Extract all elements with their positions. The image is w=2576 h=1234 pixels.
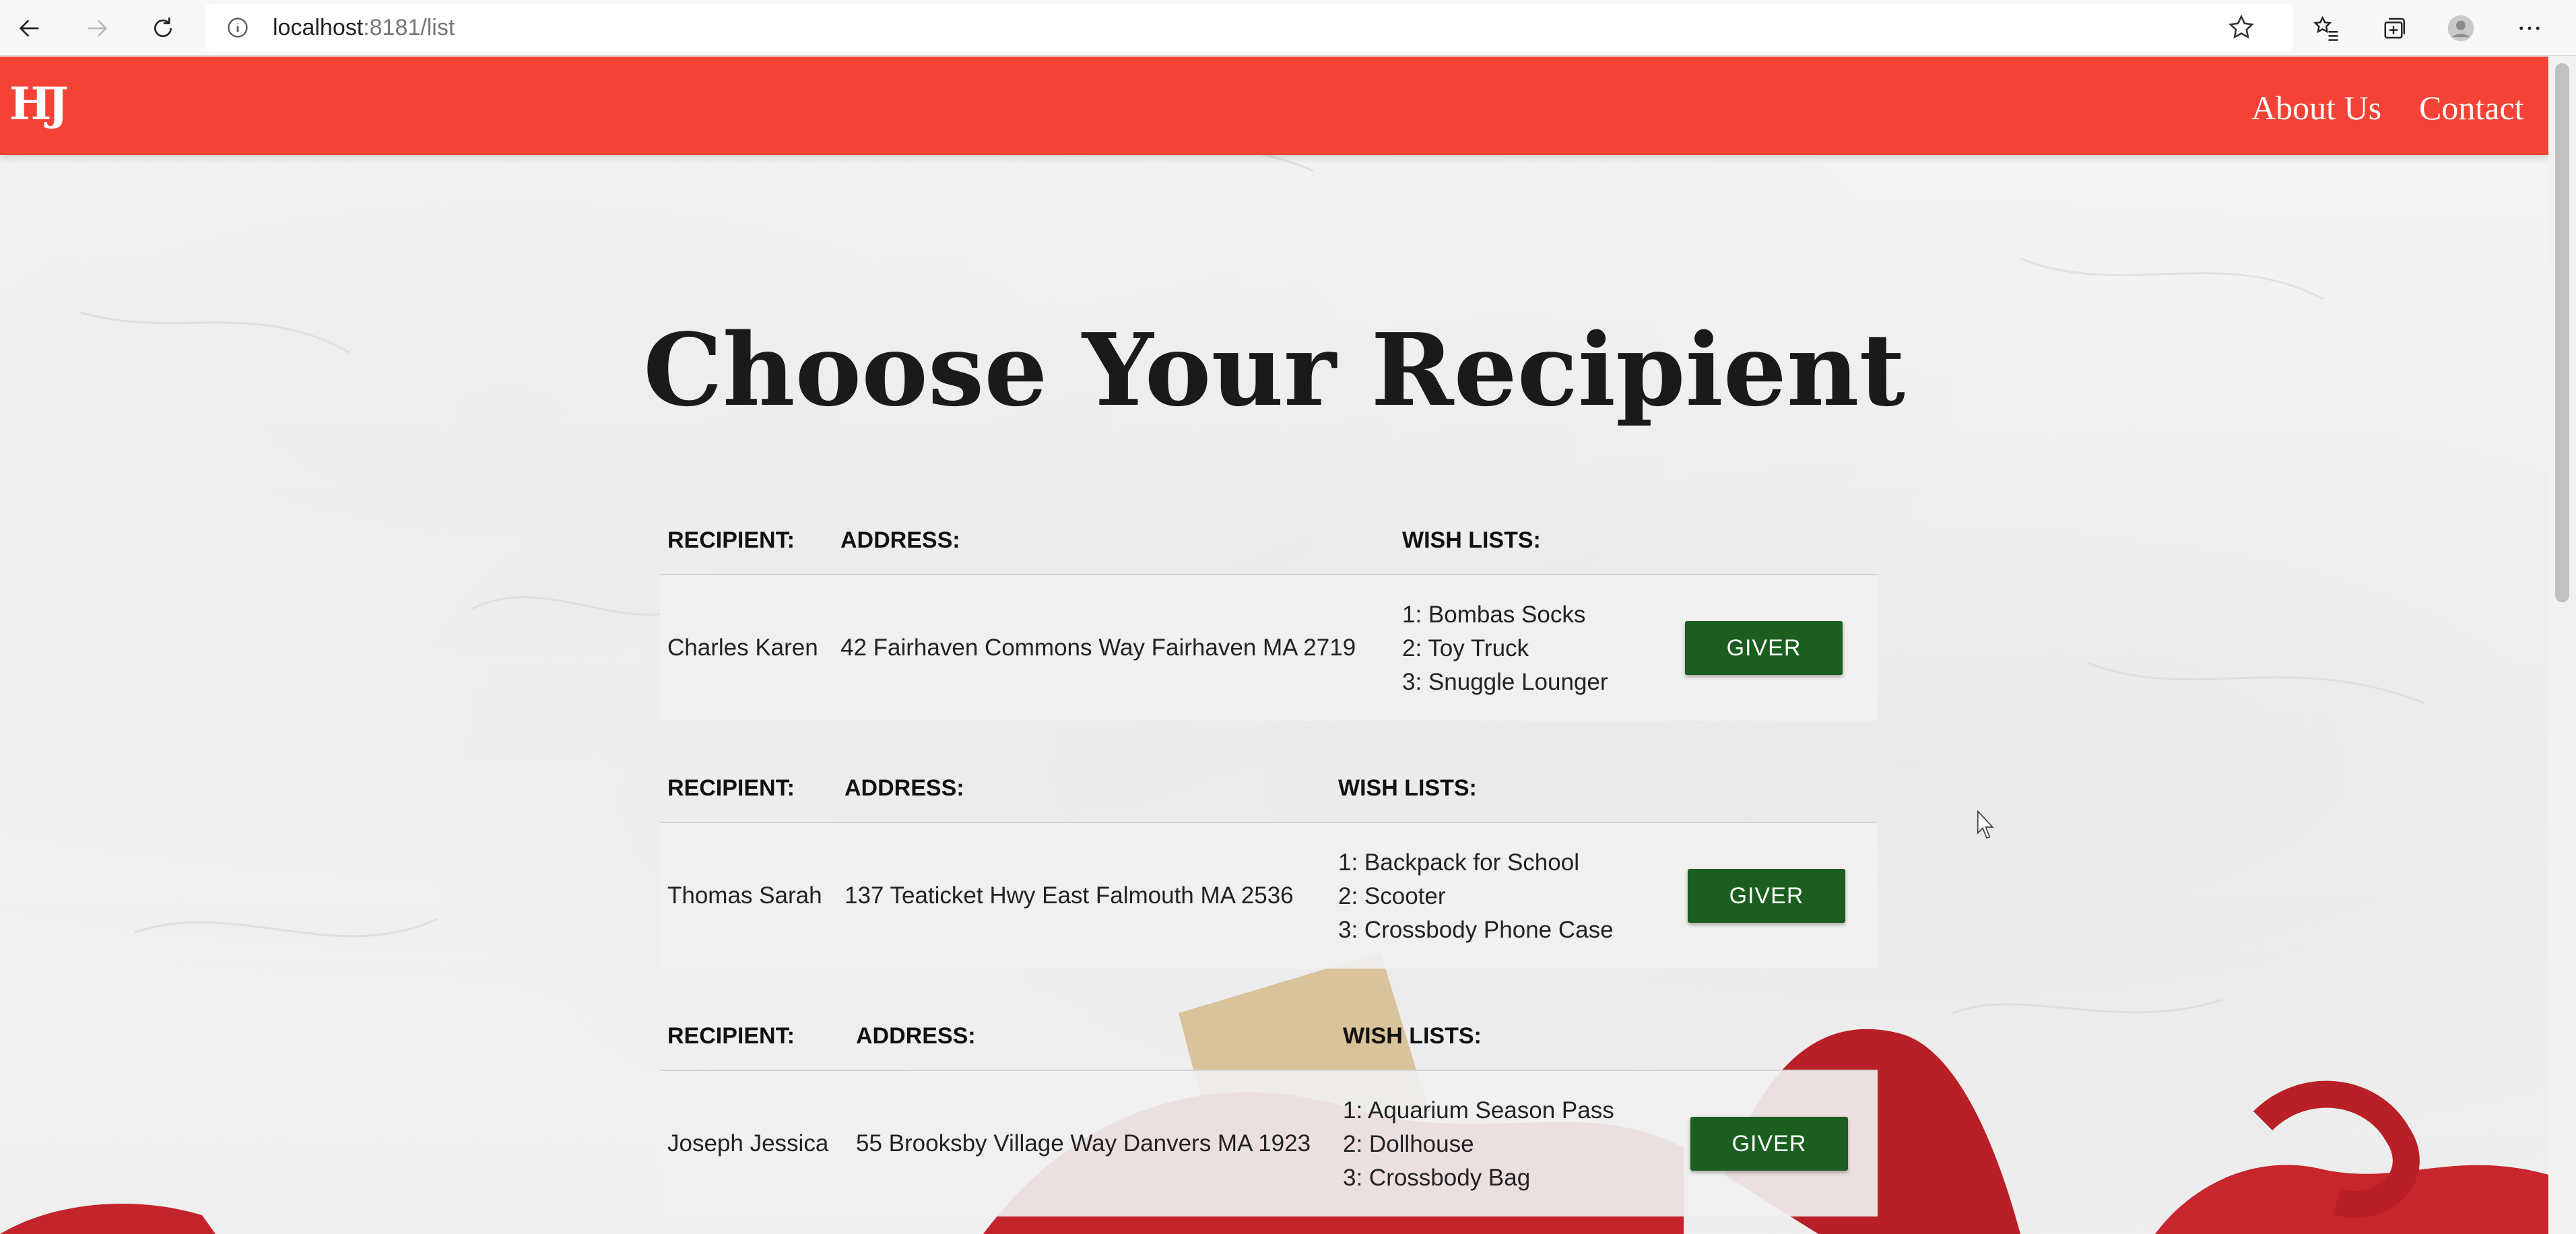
recipient-header: RECIPIENT:	[667, 775, 795, 801]
forward-icon	[88, 20, 108, 37]
wish-item: 2: Dollhouse	[1343, 1131, 1474, 1157]
back-icon	[19, 20, 39, 37]
site-logo[interactable]: HJ	[9, 77, 69, 131]
table-row: Joseph Jessica 55 Brooksby Village Way D…	[660, 1071, 1878, 1216]
wish-lists-header: WISH LISTS:	[1343, 1023, 1482, 1049]
giver-button[interactable]: GIVER	[1685, 621, 1843, 675]
url-text: localhost:8181/list	[273, 15, 455, 40]
recipient-entry: RECIPIENT: ADDRESS: WISH LISTS: Charles …	[660, 507, 1878, 721]
wish-item: 1: Aquarium Season Pass	[1343, 1097, 1614, 1124]
mouse-cursor-icon	[1977, 810, 1994, 839]
recipient-header: RECIPIENT:	[667, 527, 795, 553]
table-row: Charles Karen 42 Fairhaven Commons Way F…	[660, 575, 1878, 721]
wish-list: 1: Backpack for School 2: Scooter 3: Cro…	[1338, 846, 1614, 947]
recipient-entry: RECIPIENT: ADDRESS: WISH LISTS: Thomas S…	[660, 754, 1878, 969]
address-bar[interactable]: localhost:8181/list	[205, 4, 2293, 51]
nav-contact[interactable]: Contact	[2419, 88, 2524, 128]
address-header: ADDRESS:	[856, 1023, 976, 1049]
recipient-address: 42 Fairhaven Commons Way Fairhaven MA 27…	[840, 635, 1356, 661]
giver-button[interactable]: GIVER	[1688, 869, 1845, 923]
wish-list: 1: Bombas Socks 2: Toy Truck 3: Snuggle …	[1402, 598, 1608, 699]
recipient-name: Thomas Sarah	[667, 882, 822, 909]
page-title: Choose Your Recipient	[643, 311, 1905, 428]
wish-item: 3: Snuggle Lounger	[1402, 669, 1608, 695]
recipient-entry: RECIPIENT: ADDRESS: WISH LISTS: Joseph J…	[660, 1002, 1878, 1216]
collections-button[interactable]	[2375, 9, 2412, 47]
wish-item: 3: Crossbody Phone Case	[1338, 917, 1614, 943]
forward-button[interactable]	[75, 7, 119, 50]
wish-item: 1: Bombas Socks	[1402, 602, 1586, 628]
profile-icon	[2447, 15, 2474, 42]
favorites-button[interactable]	[2307, 9, 2345, 47]
table-header-row: RECIPIENT: ADDRESS: WISH LISTS:	[660, 1002, 1878, 1071]
collections-icon	[2384, 18, 2405, 39]
recipient-name: Joseph Jessica	[667, 1130, 829, 1157]
vertical-scrollbar[interactable]	[2548, 57, 2576, 1234]
wish-item: 2: Toy Truck	[1402, 635, 1529, 661]
recipient-address: 55 Brooksby Village Way Danvers MA 1923	[856, 1130, 1311, 1157]
star-icon[interactable]	[2226, 13, 2256, 42]
page-viewport: HJ About Us Contact Choose Your Recipien…	[0, 57, 2548, 1234]
address-header: ADDRESS:	[840, 527, 960, 553]
giver-button[interactable]: GIVER	[1690, 1117, 1848, 1171]
table-row: Thomas Sarah 137 Teaticket Hwy East Falm…	[660, 823, 1878, 969]
browser-toolbar: localhost:8181/list	[0, 0, 2576, 56]
wish-list: 1: Aquarium Season Pass 2: Dollhouse 3: …	[1343, 1094, 1614, 1195]
recipient-name: Charles Karen	[667, 635, 818, 661]
more-button[interactable]	[2511, 9, 2548, 47]
scrollbar-thumb[interactable]	[2555, 63, 2569, 602]
recipient-header: RECIPIENT:	[667, 1023, 795, 1049]
refresh-button[interactable]	[141, 7, 185, 50]
wish-lists-header: WISH LISTS:	[1402, 527, 1541, 553]
more-icon	[2519, 26, 2540, 30]
site-header: HJ About Us Contact	[0, 57, 2548, 155]
nav-about-us[interactable]: About Us	[2251, 88, 2381, 128]
wish-lists-header: WISH LISTS:	[1338, 775, 1477, 801]
wish-item: 3: Crossbody Bag	[1343, 1165, 1531, 1191]
address-header: ADDRESS:	[845, 775, 964, 801]
profile-button[interactable]	[2442, 9, 2480, 47]
favorites-icon	[2313, 15, 2338, 41]
wish-item: 1: Backpack for School	[1338, 849, 1579, 876]
refresh-icon	[154, 18, 172, 37]
back-button[interactable]	[8, 7, 51, 50]
recipient-address: 137 Teaticket Hwy East Falmouth MA 2536	[845, 882, 1294, 909]
table-header-row: RECIPIENT: ADDRESS: WISH LISTS:	[660, 507, 1878, 575]
table-header-row: RECIPIENT: ADDRESS: WISH LISTS:	[660, 754, 1878, 823]
wish-item: 2: Scooter	[1338, 883, 1446, 909]
info-icon	[228, 18, 248, 38]
